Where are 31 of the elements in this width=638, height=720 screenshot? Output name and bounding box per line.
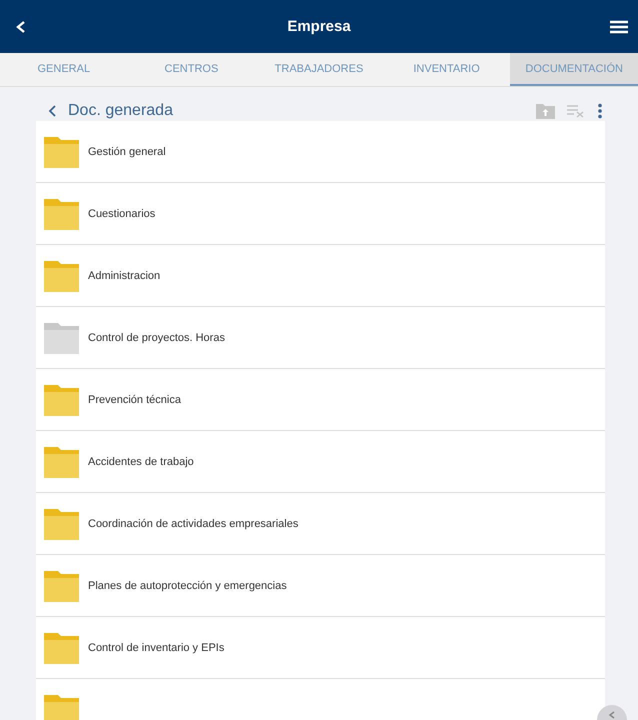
- folder-row[interactable]: Coordinación de actividades empresariales: [36, 493, 605, 555]
- folder-icon: [44, 260, 79, 292]
- folder-icon: [44, 694, 79, 720]
- folder-row[interactable]: Administracion: [36, 245, 605, 307]
- folder-name: Planes de autoprotección y emergencias: [88, 580, 287, 592]
- folder-title: Doc. generada: [68, 102, 174, 120]
- folder-icon: [44, 384, 79, 416]
- folder-name: Prevención técnica: [88, 394, 181, 406]
- folder-icon: [44, 322, 79, 354]
- folder-name: Coordinación de actividades empresariales: [88, 518, 298, 530]
- folder-icon: [44, 136, 79, 168]
- folder-icon: [44, 446, 79, 478]
- folder-row[interactable]: Prevención técnica: [36, 369, 605, 431]
- folder-name: Cuestionarios: [88, 208, 156, 220]
- folder-name: Control de proyectos. Horas: [88, 332, 225, 344]
- folder-icon: [44, 570, 79, 602]
- chevron-left-icon: [608, 711, 616, 719]
- folder-name: Administracion: [88, 270, 160, 282]
- folder-row[interactable]: Control de inventario y EPIs: [36, 617, 605, 679]
- screen-title: Empresa: [287, 18, 351, 35]
- folder-row[interactable]: Cuestionarios: [36, 183, 605, 245]
- more-icon[interactable]: [595, 101, 605, 121]
- folder-row[interactable]: Planes de autoprotección y emergencias: [36, 555, 605, 617]
- folder-name: Gestión general: [88, 146, 166, 158]
- folder-icon: [44, 632, 79, 664]
- folder-icon: [44, 508, 79, 540]
- folder-row[interactable]: Accidentes de trabajo: [36, 431, 605, 493]
- folder-icon: [44, 198, 79, 230]
- folder-row[interactable]: Gestión general: [36, 121, 605, 183]
- folder-name: Accidentes de trabajo: [88, 456, 194, 468]
- folder-name: Control de inventario y EPIs: [88, 642, 224, 654]
